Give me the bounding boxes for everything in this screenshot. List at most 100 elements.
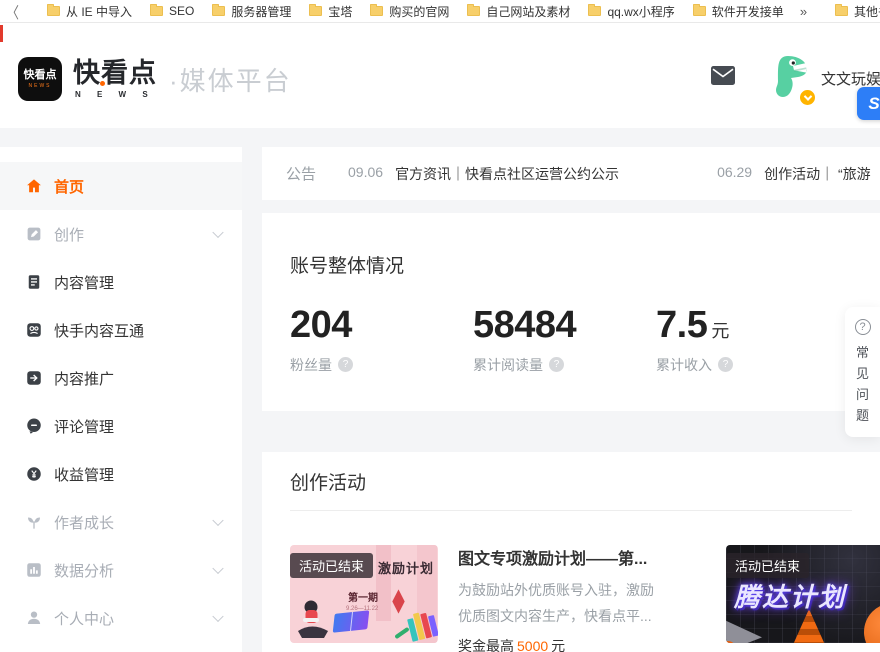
bookmark-item[interactable]: 购买的官网 xyxy=(370,3,449,20)
stat-followers: 204 粉丝量 xyxy=(290,305,473,375)
logo[interactable]: 快看点 NEWS 快看点 N E W S ·媒体平台 xyxy=(18,57,292,101)
books-stack-illustration xyxy=(406,609,438,642)
bookmark-item[interactable]: 从 IE 中导入 xyxy=(47,3,132,20)
bookmarks-overflow-button[interactable]: » xyxy=(800,4,807,19)
stat-value: 204 xyxy=(290,304,352,346)
activity-info: 图文专项激励计划——第... 为鼓励站外优质账号入驻，激励 优质图文内容生产，快… xyxy=(458,545,670,652)
question-icon xyxy=(855,319,871,335)
bookmarks-bar: 〈 从 IE 中导入 SEO 服务器管理 宝塔 购买的官网 自己网站及素材 qq… xyxy=(0,0,880,23)
reward-prefix: 奖金最高 xyxy=(458,638,514,652)
folder-icon xyxy=(467,6,480,16)
bookmark-item-other[interactable]: 其他书签 xyxy=(835,3,880,20)
activity-thumbnail[interactable]: 活动已结束 激励计划 第一期 9.26—11.22 xyxy=(290,545,438,643)
sidebar-item-analytics[interactable]: 数据分析 xyxy=(0,546,242,594)
announcement-link[interactable]: 06.29 创作活动｜ “旅游 xyxy=(717,164,871,184)
sidebar-item-kuaishou-sync[interactable]: 快手内容互通 xyxy=(0,306,242,354)
bookmark-label: 自己网站及素材 xyxy=(486,3,570,20)
bookmark-item[interactable]: 宝塔 xyxy=(309,3,352,20)
activity-ended-badge: 活动已结束 xyxy=(290,553,373,578)
bookmark-item[interactable]: SEO xyxy=(150,4,194,18)
sidebar-item-content-manage[interactable]: 内容管理 xyxy=(0,258,242,306)
bookmark-label: SEO xyxy=(169,4,194,18)
sidebar-item-promotion[interactable]: 内容推广 xyxy=(0,354,242,402)
folder-icon xyxy=(370,6,383,16)
activity-card-2: 活动已结束 腾达计划 xyxy=(726,545,880,652)
bookmark-item[interactable]: 服务器管理 xyxy=(212,3,291,20)
activity-description: 为鼓励站外优质账号入驻，激励 xyxy=(458,577,670,603)
site-header: 快看点 NEWS 快看点 N E W S ·媒体平台 xyxy=(0,24,880,128)
shard-illustration xyxy=(726,617,762,643)
app-icon-subtext: NEWS xyxy=(29,83,52,89)
bookmark-label: 从 IE 中导入 xyxy=(66,3,132,20)
sidebar-item-label: 首页 xyxy=(54,176,84,197)
activity-thumbnail[interactable]: 活动已结束 腾达计划 xyxy=(726,545,880,643)
announcement-label: 公告 xyxy=(286,163,316,184)
stat-label: 累计阅读量 xyxy=(473,355,543,375)
comment-icon xyxy=(25,417,43,435)
activity-title[interactable]: 图文专项激励计划——第... xyxy=(458,545,670,569)
chevron-down-icon xyxy=(212,611,223,622)
stats-row: 204 粉丝量 58484 累计阅读量 7.5元 累计收入 xyxy=(290,305,852,375)
sidebar-item-label: 收益管理 xyxy=(54,464,114,485)
activity-card-1: 活动已结束 激励计划 第一期 9.26—11.22 xyxy=(290,545,670,652)
mail-button[interactable] xyxy=(711,66,735,90)
bookmark-label: 购买的官网 xyxy=(389,3,449,20)
sidebar-item-personal-center[interactable]: 个人中心 xyxy=(0,594,242,642)
user-name[interactable]: 文文玩娱乐 xyxy=(821,68,880,89)
bookmark-label: 宝塔 xyxy=(328,3,352,20)
announcement-title: 官方资讯｜快看点社区运营公约公示 xyxy=(395,164,619,184)
sidebar-item-label: 创作 xyxy=(54,224,84,245)
faq-widget[interactable]: 常见问题 xyxy=(845,307,880,437)
sidebar-item-revenue[interactable]: 收益管理 xyxy=(0,450,242,498)
sidebar-item-home[interactable]: 首页 xyxy=(0,162,242,210)
activities-card: 创作活动 活动已结束 激励计划 第一期 9.26—11.22 xyxy=(262,452,880,652)
announcement-title: 创作活动｜ “旅游 xyxy=(764,164,871,184)
announcement-date: 09.06 xyxy=(348,164,383,184)
folder-icon xyxy=(47,6,60,16)
folder-icon xyxy=(835,6,848,16)
thumbnail-title: 激励计划 xyxy=(378,558,434,577)
bookmark-item[interactable]: 自己网站及素材 xyxy=(467,3,570,20)
bookmark-item[interactable]: qq.wx小程序 xyxy=(588,3,674,20)
bookmarks-back-chevron-icon[interactable]: 〈 xyxy=(6,0,19,22)
seedling-icon xyxy=(25,513,43,531)
pencil-illustration xyxy=(394,627,409,639)
sidebar-item-comments[interactable]: 评论管理 xyxy=(0,402,242,450)
avatar[interactable] xyxy=(768,54,814,104)
app-logo-icon: 快看点 NEWS xyxy=(18,57,62,101)
stat-total-reads: 58484 累计阅读量 xyxy=(473,305,656,375)
sidebar-item-create[interactable]: 创作 xyxy=(0,210,242,258)
question-icon[interactable] xyxy=(718,357,733,372)
sidebar-item-label: 内容推广 xyxy=(54,368,114,389)
browser-extension-icon[interactable]: S xyxy=(857,87,880,120)
kuaishou-icon xyxy=(25,321,43,339)
stat-value: 7.5 xyxy=(656,304,707,346)
chevron-down-icon xyxy=(803,92,811,100)
graduation-cap-illustration xyxy=(392,589,404,613)
bookmark-item[interactable]: 软件开发接单 xyxy=(693,3,784,20)
question-icon[interactable] xyxy=(338,357,353,372)
activities-title: 创作活动 xyxy=(290,468,852,495)
bookmark-label: 其他书签 xyxy=(854,3,880,20)
stat-value: 58484 xyxy=(473,304,576,346)
folder-icon xyxy=(693,6,706,16)
chevron-down-icon xyxy=(212,227,223,238)
sidebar-item-author-growth[interactable]: 作者成长 xyxy=(0,498,242,546)
logo-text: 快看点 xyxy=(73,60,157,87)
browser-page: 〈 从 IE 中导入 SEO 服务器管理 宝塔 购买的官网 自己网站及素材 qq… xyxy=(0,0,880,652)
folder-icon xyxy=(150,6,163,16)
document-icon xyxy=(25,273,43,291)
folder-icon xyxy=(588,6,601,16)
logo-subtext: N E W S xyxy=(73,90,157,99)
thumbnail-title: 腾达计划 xyxy=(734,577,846,614)
announcement-link[interactable]: 09.06 官方资讯｜快看点社区运营公约公示 xyxy=(348,164,619,184)
account-overview-card: 账号整体情况 204 粉丝量 58484 累计阅读量 7.5元 累计收入 xyxy=(262,213,880,411)
folder-icon xyxy=(309,6,322,16)
question-icon[interactable] xyxy=(549,357,564,372)
logo-wordmark: 快看点 N E W S xyxy=(73,60,157,99)
folder-icon xyxy=(212,6,225,16)
bar-chart-icon xyxy=(25,561,43,579)
announcement-bar: 公告 09.06 官方资讯｜快看点社区运营公约公示 06.29 创作活动｜ “旅… xyxy=(262,147,880,200)
ball-illustration xyxy=(864,603,880,643)
sidebar-item-label: 评论管理 xyxy=(54,416,114,437)
